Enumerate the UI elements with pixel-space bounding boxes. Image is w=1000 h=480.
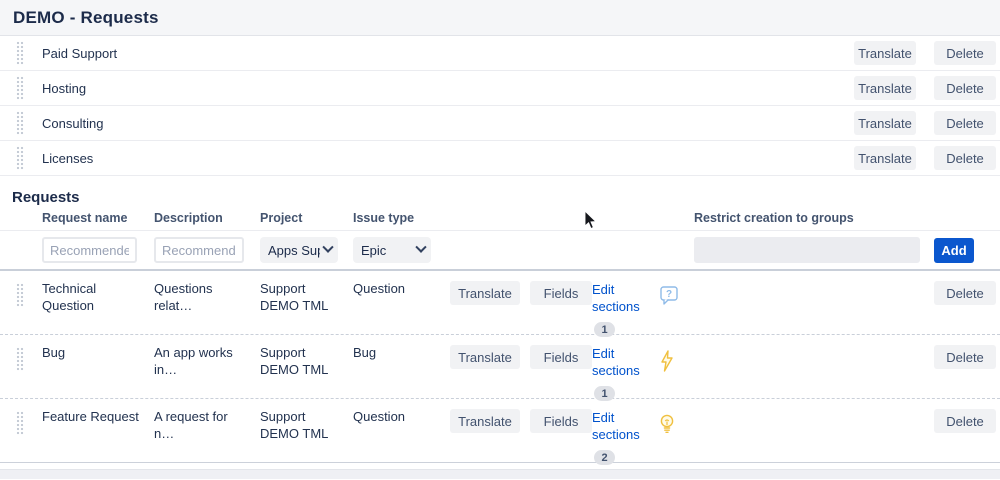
delete-button[interactable]: Delete [934,281,996,305]
sections-count-badge: 1 [594,322,615,337]
drag-handle-icon[interactable] [16,347,24,371]
page-title: DEMO - Requests [13,8,159,28]
delete-button[interactable]: Delete [934,111,996,135]
issue-type-cell: Question [353,409,450,426]
drag-handle-icon[interactable] [16,411,24,435]
issue-type-select-value: Epic [361,243,386,258]
list-item: Consulting Translate Delete [0,106,1000,141]
drag-handle-icon[interactable] [16,76,24,100]
edit-sections-link[interactable]: Edit sections [592,409,658,443]
drag-handle-icon[interactable] [16,41,24,65]
request-name-cell: Bug [42,345,154,362]
table-row: Bug An app works in… Support DEMO TML Bu… [0,335,1000,399]
requests-section-title: Requests [0,176,1000,206]
description-cell: An app works in… [154,345,260,378]
drag-handle-icon[interactable] [16,283,24,307]
requests-table-header: Request name Description Project Issue t… [0,206,1000,231]
fields-button[interactable]: Fields [530,345,592,369]
request-type-list: Paid Support Translate Delete Hosting Tr… [0,36,1000,176]
delete-button[interactable]: Delete [934,345,996,369]
delete-button[interactable]: Delete [934,146,996,170]
translate-button[interactable]: Translate [854,146,916,170]
delete-button[interactable]: Delete [934,76,996,100]
column-header-restrict: Restrict creation to groups [694,211,924,225]
description-cell: Questions relat… [154,281,260,314]
column-header-request-name: Request name [42,211,154,225]
table-row: Feature Request A request for n… Support… [0,399,1000,463]
list-item-label: Paid Support [42,46,117,61]
request-name-cell: Feature Request [42,409,154,426]
fields-button[interactable]: Fields [530,281,592,305]
list-item: Hosting Translate Delete [0,71,1000,106]
list-item: Licenses Translate Delete [0,141,1000,176]
app-window: DEMO - Requests Paid Support Translate D… [0,0,1000,480]
column-header-description: Description [154,211,260,225]
question-bubble-icon: ? [658,285,694,311]
description-cell: A request for n… [154,409,260,442]
project-cell: Support DEMO TML [260,345,353,378]
translate-button[interactable]: Translate [854,111,916,135]
list-item: Paid Support Translate Delete [0,36,1000,71]
sections-count-badge: 1 [594,386,615,401]
footer-strip [0,469,1000,479]
delete-button[interactable]: Delete [934,41,996,65]
add-request-form: Apps Supp Epic Add [0,231,1000,271]
page-header: DEMO - Requests [0,0,1000,36]
chevron-down-icon [322,242,333,253]
sections-count-badge: 2 [594,450,615,465]
chevron-down-icon [415,242,426,253]
translate-button[interactable]: Translate [854,76,916,100]
project-cell: Support DEMO TML [260,281,353,314]
project-select-value: Apps Supp [268,243,320,258]
fields-button[interactable]: Fields [530,409,592,433]
translate-button[interactable]: Translate [450,345,520,369]
list-item-label: Hosting [42,81,86,96]
edit-sections-link[interactable]: Edit sections [592,281,658,315]
column-header-issue-type: Issue type [353,211,450,225]
translate-button[interactable]: Translate [450,409,520,433]
list-item-label: Licenses [42,151,93,166]
edit-sections-link[interactable]: Edit sections [592,345,658,379]
table-row: Technical Question Questions relat… Supp… [0,271,1000,335]
translate-button[interactable]: Translate [450,281,520,305]
description-input[interactable] [154,237,244,263]
project-select[interactable]: Apps Supp [260,237,338,263]
drag-handle-icon[interactable] [16,111,24,135]
issue-type-select[interactable]: Epic [353,237,431,263]
request-name-cell: Technical Question [42,281,154,314]
translate-button[interactable]: Translate [854,41,916,65]
lightbulb-icon [658,413,694,442]
lightning-icon [658,349,694,378]
project-cell: Support DEMO TML [260,409,353,442]
list-item-label: Consulting [42,116,103,131]
issue-type-cell: Bug [353,345,450,362]
add-button[interactable]: Add [934,238,974,263]
svg-text:?: ? [666,289,672,300]
drag-handle-icon[interactable] [16,146,24,170]
delete-button[interactable]: Delete [934,409,996,433]
restrict-groups-input[interactable] [694,237,920,263]
issue-type-cell: Question [353,281,450,298]
column-header-project: Project [260,211,353,225]
request-name-input[interactable] [42,237,137,263]
